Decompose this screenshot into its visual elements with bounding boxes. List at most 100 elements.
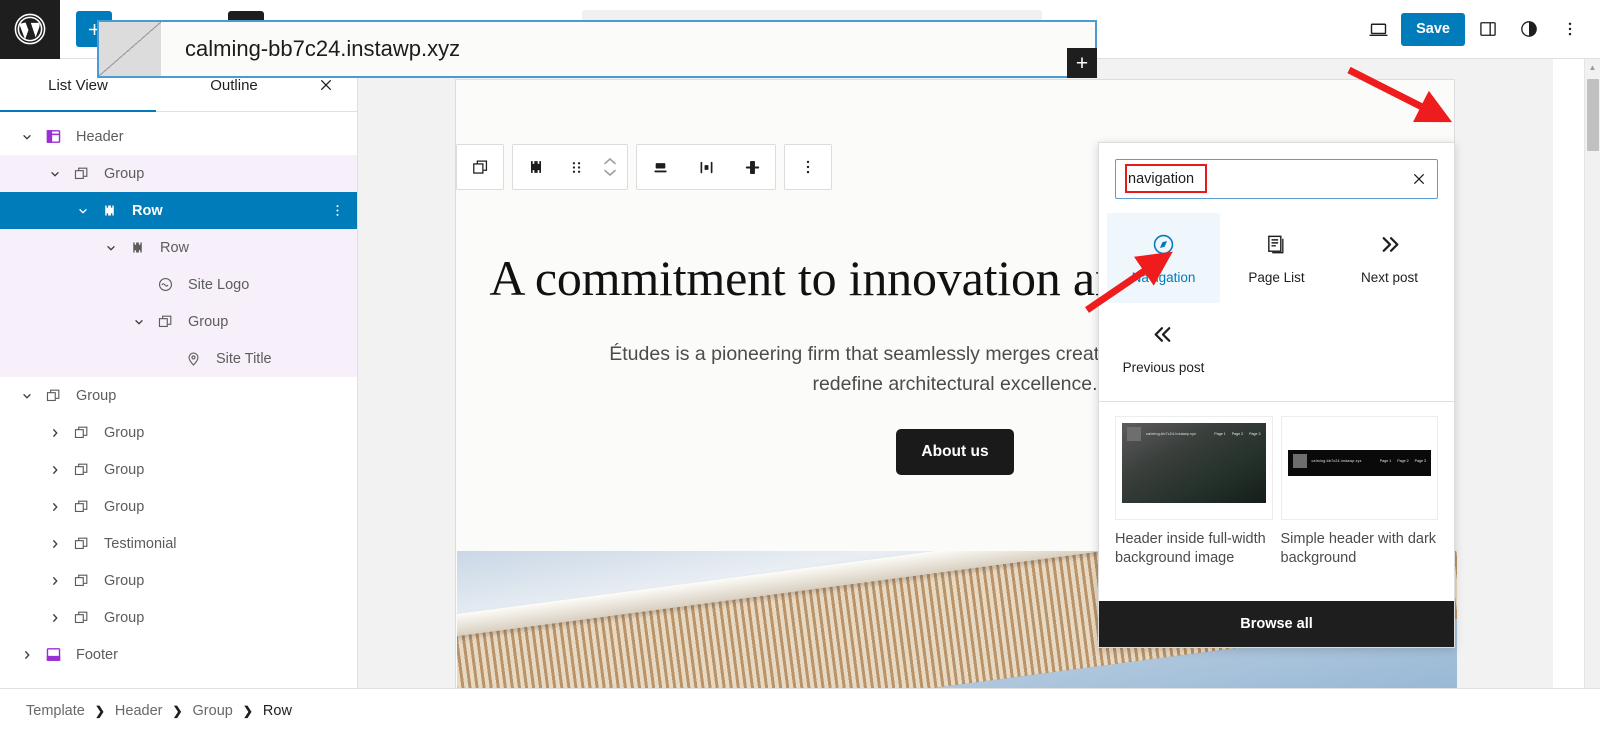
tree-item-label: Row — [132, 202, 163, 219]
clear-search-icon[interactable] — [1401, 160, 1437, 198]
group-icon — [68, 572, 94, 589]
chevron-right-icon[interactable] — [42, 464, 68, 476]
pattern-site-name: calming-bb7c24.instawp.xyz — [1311, 459, 1362, 463]
chevron-down-icon[interactable] — [70, 205, 96, 217]
tree-item-group[interactable]: Group — [0, 599, 357, 636]
tree-item-label: Site Title — [216, 350, 272, 367]
breadcrumb-item-2[interactable]: Group — [193, 703, 233, 719]
save-button[interactable]: Save — [1401, 12, 1465, 46]
settings-sidebar-icon[interactable] — [1470, 11, 1506, 47]
template-part-icon — [40, 646, 66, 663]
scroll-up-arrow-icon[interactable]: ▲ — [1585, 59, 1600, 76]
group-icon — [68, 535, 94, 552]
pattern-page-links: Page 1 Page 2 Page 3 — [1379, 459, 1426, 463]
search-input[interactable] — [1116, 160, 1401, 198]
contrast-styles-icon[interactable] — [1511, 11, 1547, 47]
chevron-right-icon[interactable] — [42, 501, 68, 513]
chevron-down-icon[interactable] — [98, 242, 124, 254]
tree-item-header[interactable]: Header — [0, 118, 357, 155]
pattern-thumbnail: calming-bb7c24.instawp.xyz Page 1 Page 2 Pa… — [1115, 416, 1273, 520]
group-icon — [68, 461, 94, 478]
tree-item-group[interactable]: Group — [0, 414, 357, 451]
group-icon — [68, 424, 94, 441]
group-icon — [68, 498, 94, 515]
image-placeholder-icon[interactable] — [99, 22, 161, 76]
inserter-block-results: Navigation Page List Next post Previous pos… — [1099, 211, 1454, 402]
tree-item-group[interactable]: Group — [0, 155, 357, 192]
chevron-down-icon[interactable] — [14, 390, 40, 402]
block-toolbar — [456, 144, 832, 190]
pattern-site-name: calming-bb7c24.instawp.xyz — [1146, 432, 1197, 436]
breadcrumb-item-3[interactable]: Row — [263, 703, 292, 719]
block-inserter-popover: Navigation Page List Next post Previous pos… — [1098, 142, 1455, 648]
inserter-block-page-list[interactable]: Page List — [1220, 213, 1333, 303]
toolbar-group-block — [512, 144, 628, 190]
tree-item-footer[interactable]: Footer — [0, 636, 357, 673]
row-icon — [124, 239, 150, 256]
three-dots-vertical-icon[interactable] — [330, 203, 345, 218]
breadcrumb: Template ❯ Header ❯ Group ❯ Row — [0, 688, 1600, 732]
block-appender-plus-button[interactable]: + — [1067, 48, 1097, 78]
tree-item-site-title[interactable]: Site Title — [0, 340, 357, 377]
tree-item-row[interactable]: Row — [0, 229, 357, 266]
tree-item-site-logo[interactable]: Site Logo — [0, 266, 357, 303]
chevron-right-icon[interactable] — [42, 538, 68, 550]
page-list-icon — [1265, 231, 1288, 257]
drag-handle-icon[interactable] — [559, 145, 593, 189]
tree-item-group[interactable]: Group — [0, 562, 357, 599]
tree-item-label: Footer — [76, 646, 118, 663]
chevron-right-icon[interactable] — [42, 612, 68, 624]
chevron-right-icon[interactable] — [14, 649, 40, 661]
row-block-icon[interactable] — [513, 145, 559, 189]
chevron-down-icon[interactable] — [42, 168, 68, 180]
toolbar-group-options — [784, 144, 832, 190]
tree-item-label: Header — [76, 128, 124, 145]
tree-item-group[interactable]: Group — [0, 488, 357, 525]
pattern-card[interactable]: calming-bb7c24.instawp.xyz Page 1 Page 2 Pa… — [1280, 416, 1438, 595]
site-header-block[interactable]: calming-bb7c24.instawp.xyz + — [97, 20, 1097, 78]
pattern-card[interactable]: calming-bb7c24.instawp.xyz Page 1 Page 2 Pa… — [1115, 416, 1273, 595]
chevron-down-icon[interactable] — [126, 316, 152, 328]
tree-item-label: Group — [104, 572, 145, 589]
toolbar-group-parent — [456, 144, 504, 190]
vertical-align-icon[interactable] — [729, 145, 775, 189]
chevron-right-icon[interactable] — [42, 427, 68, 439]
breadcrumb-item-1[interactable]: Header — [115, 703, 163, 719]
tree-item-label: Group — [104, 498, 145, 515]
inserter-block-navigation[interactable]: Navigation — [1107, 213, 1220, 303]
pattern-mini-header: calming-bb7c24.instawp.xyz Page 1 Page 2 Pa… — [1122, 423, 1266, 445]
block-tree: Header Group Row Row Site Logo Group Site Titl… — [0, 112, 357, 688]
about-us-button[interactable]: About us — [896, 429, 1014, 476]
compass-navigation-icon — [1151, 231, 1176, 257]
pattern-preview-image: calming-bb7c24.instawp.xyz Page 1 Page 2 Pa… — [1122, 423, 1266, 503]
align-bottom-icon[interactable] — [637, 145, 683, 189]
pattern-page-links: Page 1 Page 2 Page 3 — [1214, 432, 1261, 436]
tree-item-group[interactable]: Group — [0, 377, 357, 414]
browse-all-button[interactable]: Browse all — [1099, 601, 1454, 647]
move-up-down-icon[interactable] — [593, 157, 627, 177]
breadcrumb-item-0[interactable]: Template — [26, 703, 85, 719]
site-logo-icon — [152, 276, 178, 293]
inserter-block-next-post[interactable]: Next post — [1333, 213, 1446, 303]
tree-item-label: Group — [76, 387, 117, 404]
scrollbar-thumb[interactable] — [1587, 79, 1599, 151]
tree-item-group[interactable]: Group — [0, 303, 357, 340]
chevron-right-icon[interactable] — [42, 575, 68, 587]
select-parent-group-icon[interactable] — [457, 145, 503, 189]
wordpress-logo-icon[interactable] — [0, 0, 60, 59]
justify-center-icon[interactable] — [683, 145, 729, 189]
map-pin-icon — [180, 350, 206, 367]
desktop-preview-icon[interactable] — [1360, 11, 1396, 47]
more-options-icon[interactable] — [785, 145, 831, 189]
canvas-scrollbar[interactable]: ▲ — [1584, 59, 1600, 688]
tree-item-row[interactable]: Row — [0, 192, 357, 229]
tree-item-testimonial[interactable]: Testimonial — [0, 525, 357, 562]
tree-item-group[interactable]: Group — [0, 451, 357, 488]
three-dots-vertical-icon[interactable] — [1552, 11, 1588, 47]
chevron-double-right-icon — [1377, 231, 1402, 257]
pattern-thumbnail: calming-bb7c24.instawp.xyz Page 1 Page 2 Pa… — [1280, 416, 1438, 520]
site-title-text[interactable]: calming-bb7c24.instawp.xyz — [185, 36, 460, 62]
row-icon — [96, 202, 122, 219]
inserter-block-previous-post[interactable]: Previous post — [1107, 303, 1220, 393]
chevron-down-icon[interactable] — [14, 131, 40, 143]
